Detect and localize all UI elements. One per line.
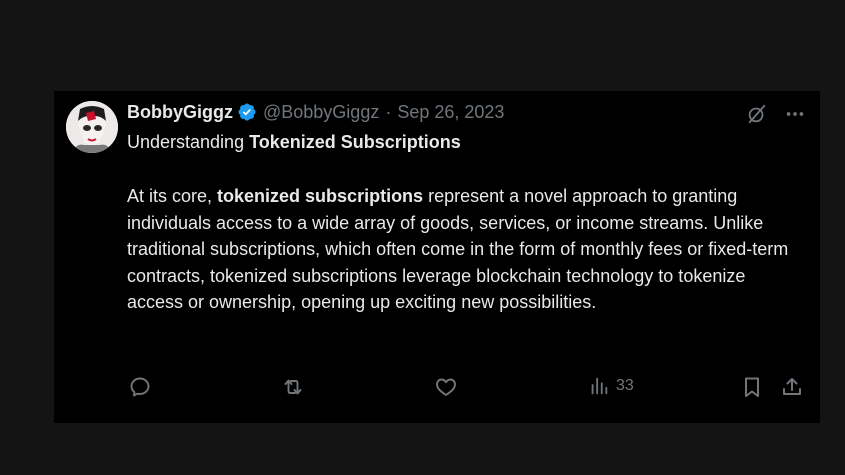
tweet-title-bold: Tokenized Subscriptions (249, 132, 461, 152)
separator: · (385, 101, 392, 122)
grok-icon[interactable] (746, 103, 768, 125)
tweet-card[interactable]: BobbyGiggz @BobbyGiggz · Sep 26, 2023 Un (54, 91, 820, 423)
share-button[interactable] (780, 375, 804, 399)
share-icon (783, 378, 801, 395)
display-name[interactable]: BobbyGiggz (127, 102, 233, 123)
reply-icon (130, 377, 150, 397)
tweet-title-prefix: Understanding (127, 132, 250, 152)
views-icon (591, 377, 608, 395)
avatar-portrait-icon (66, 101, 118, 153)
timestamp[interactable]: Sep 26, 2023 (397, 102, 504, 123)
like-button[interactable] (434, 375, 458, 399)
tweet-title: Understanding Tokenized Subscriptions (127, 131, 461, 153)
reply-button[interactable] (128, 375, 152, 399)
views-button[interactable]: 33 (588, 375, 634, 397)
retweet-button[interactable] (281, 375, 305, 399)
views-count: 33 (616, 377, 634, 394)
bookmark-button[interactable] (740, 375, 764, 399)
handle[interactable]: @BobbyGiggz (263, 102, 379, 123)
more-icon[interactable] (784, 103, 806, 125)
tweet-action-bar: 33 (128, 375, 806, 399)
retweet-icon (284, 379, 302, 395)
tweet-top-actions (746, 103, 806, 125)
tweet-body-intro: At its core, (127, 186, 218, 206)
heart-icon (436, 378, 456, 396)
tweet-body-bold: tokenized subscriptions (217, 186, 424, 206)
tweet-body: At its core, tokenized subscriptions rep… (127, 183, 797, 316)
avatar[interactable] (66, 101, 118, 153)
bookmark-icon (745, 377, 759, 397)
tweet-header: BobbyGiggz @BobbyGiggz · Sep 26, 2023 (127, 101, 504, 123)
verified-badge-icon (237, 102, 257, 122)
